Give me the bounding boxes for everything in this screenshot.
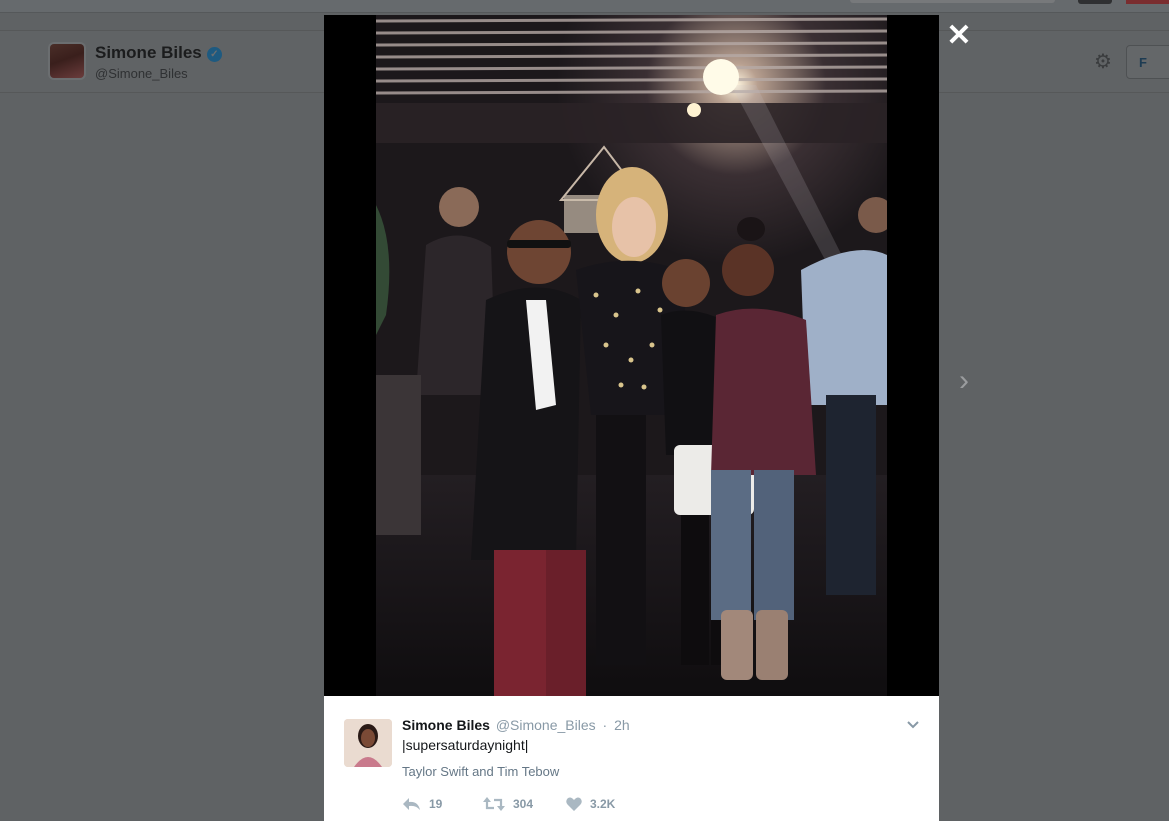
close-icon[interactable]: ✕ <box>945 21 973 51</box>
nav-avatar[interactable] <box>1078 0 1112 4</box>
retweet-icon <box>483 797 505 811</box>
tweet-header: Simone Biles @Simone_Biles · 2h <box>402 717 630 733</box>
tweet-text: |supersaturdaynight| <box>402 737 529 753</box>
profile-handle[interactable]: @Simone_Biles <box>95 66 188 81</box>
profile-name[interactable]: Simone Biles ✓ <box>95 43 222 63</box>
chevron-down-icon[interactable] <box>906 718 920 732</box>
retweet-button[interactable]: 304 <box>483 795 533 813</box>
tweet-author-avatar[interactable] <box>344 719 392 767</box>
tweet-timestamp[interactable]: 2h <box>614 717 630 733</box>
tweet-author-name[interactable]: Simone Biles <box>402 717 490 733</box>
tweet-author-handle[interactable]: @Simone_Biles <box>496 717 596 733</box>
tweet-details: Simone Biles @Simone_Biles · 2h |supersa… <box>324 696 939 821</box>
tweet-photo[interactable] <box>376 15 887 696</box>
profile-name-text: Simone Biles <box>95 43 202 62</box>
reply-button[interactable]: 19 <box>402 795 442 813</box>
heart-icon <box>566 797 582 811</box>
gear-icon[interactable]: ⚙ <box>1092 51 1114 73</box>
retweet-count: 304 <box>513 797 534 811</box>
search-box[interactable] <box>850 0 1055 3</box>
top-nav-bar <box>0 0 1169 13</box>
verified-badge-icon: ✓ <box>206 47 222 62</box>
follow-button[interactable]: F <box>1126 45 1169 79</box>
compose-tweet-button[interactable] <box>1126 0 1169 4</box>
separator-dot: · <box>602 717 608 733</box>
reply-icon <box>403 798 420 810</box>
profile-avatar[interactable] <box>50 44 84 78</box>
like-button[interactable]: 3.2K <box>566 795 615 813</box>
reply-count: 19 <box>429 797 443 811</box>
follow-button-label: F <box>1139 55 1147 70</box>
media-viewer <box>324 15 939 696</box>
chevron-right-icon[interactable]: › <box>950 364 978 398</box>
like-count: 3.2K <box>590 797 616 811</box>
tagged-people-link[interactable]: Taylor Swift and Tim Tebow <box>402 764 559 779</box>
